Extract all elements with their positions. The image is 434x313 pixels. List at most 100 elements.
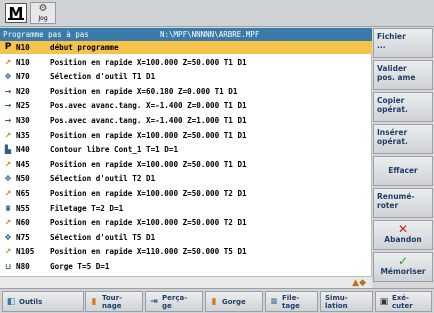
block-number: N40 (16, 145, 30, 155)
block-text: Position en rapide X=100.000 Z=50.000 T2… (50, 189, 247, 198)
softkey-right-2[interactable]: Valider pos. ame (373, 60, 433, 90)
program-row[interactable]: ↗ N60 Position en rapide X=100.000 Z=50.00… (0, 216, 372, 229)
block-number: N20 (16, 86, 30, 96)
tool-move-icon: ↗ (4, 130, 12, 140)
softkey-bottom-5[interactable]: ≡ File-tage (265, 291, 318, 312)
block-number: N75 (16, 232, 30, 242)
block-text: Position en rapide X=110.000 Z=50.000 T5… (50, 247, 247, 257)
block-number: N35 (16, 130, 30, 140)
program-row[interactable]: ✥ N75 Sélection d'outil T5 D1 (0, 231, 372, 244)
softkey-sublabel: ge (162, 302, 172, 310)
line-icon: → (4, 86, 12, 96)
program-row[interactable]: → N30 Pos.avec avanc.tang. X=-1.400 Z=1.00… (0, 114, 372, 127)
softkey-right-6[interactable]: Renumé-roter (373, 188, 433, 218)
softkey-sublabel: opérat. (377, 105, 408, 114)
tool-move-icon: ↗ (4, 57, 12, 67)
program-list: P N10 début programme ↗ N10 Position en rapid… (0, 41, 372, 276)
program-row[interactable]: ↗ N45 Position en rapide X=100.000 Z=50.00… (0, 158, 372, 171)
softkey-sublabel: cuter (392, 302, 413, 310)
horizontal-softkey-bar: ◧ Outils ▮ Tour-nage ⇥ Perça-ge ▮ Gorge ≡ File-ta… (0, 288, 434, 313)
block-text: Position en rapide X=100.000 Z=50.000 T1… (50, 57, 247, 67)
thread-icon: ⩩ (5, 203, 11, 213)
block-text: Position en rapide X=60.180 Z=0.000 T1 D… (50, 86, 238, 96)
softkey-right-7[interactable]: ✕ Abandon (373, 220, 433, 250)
softkey-right-4[interactable]: Insérer opérat. (373, 124, 433, 154)
softkey-label: Abandon (384, 235, 422, 244)
execute-icon: ▣ (379, 297, 389, 307)
program-row[interactable]: ▙ N40 Contour libre Cont_1 T=1 D=1 (0, 143, 372, 156)
block-text: Contour libre Cont_1 T=1 D=1 (50, 145, 179, 155)
softkey-label: Exé- (392, 294, 409, 302)
softkey-bottom-2[interactable]: ▮ Tour-nage (85, 291, 143, 312)
softkey-bottom-4[interactable]: ▮ Gorge (205, 291, 263, 312)
softkey-right-1[interactable]: Fichier... (373, 28, 433, 58)
block-number: N105 (16, 247, 35, 257)
program-row[interactable]: ↗ N35 Position en rapide X=100.000 Z=50.00… (0, 129, 372, 142)
program-row[interactable]: ⊔ N80 Gorge T=5 D=1 (0, 260, 372, 273)
contour-icon: ▙ (4, 145, 12, 155)
program-row[interactable]: ✥ N50 Sélection d'outil T2 D1 (0, 172, 372, 185)
block-number: N45 (16, 159, 30, 169)
tool-move-icon: ↗ (4, 189, 12, 198)
turning-icon: ▮ (91, 297, 97, 307)
program-start-icon: P (4, 42, 12, 52)
softkey-label: Copier (377, 96, 405, 105)
line-icon: → (4, 101, 12, 111)
softkey-sublabel: nage (102, 302, 122, 310)
block-number: N10 (16, 57, 30, 67)
block-number: N80 (16, 262, 30, 271)
block-text: Filetage T=2 D=1 (50, 203, 124, 213)
block-text: Sélection d'outil T1 D1 (50, 72, 156, 82)
block-text: Position en rapide X=100.000 Z=50.000 T1… (50, 159, 247, 169)
softkey-label: Valider (377, 64, 407, 73)
top-bar: M ⚙ Jog (0, 0, 434, 27)
program-row[interactable]: ↗ N105 Position en rapide X=110.000 Z=50.0… (0, 245, 372, 258)
program-row[interactable]: ↗ N10 Position en rapide X=100.000 Z=50.00… (0, 56, 372, 69)
softkey-right-3[interactable]: Copier opérat. (373, 92, 433, 122)
softkey-right-8[interactable]: ✓ Mémoriser (373, 252, 433, 282)
program-row[interactable]: P N10 début programme (0, 41, 372, 54)
softkey-sublabel: lation (325, 302, 348, 310)
program-row[interactable]: ✥ N70 Sélection d'outil T1 D1 (0, 70, 372, 83)
block-text: Pos.avec avanc.tang. X=-1.400 Z=0.000 T1… (50, 101, 247, 111)
block-text: Pos.avec avanc.tang. X=-1.400 Z=1.000 T1… (50, 116, 247, 125)
block-text: Position en rapide X=100.000 Z=50.000 T2… (50, 218, 247, 228)
program-path: N:\MPF\NNNNN\ARBRE.MPF (160, 30, 260, 39)
softkey-label: Simu- (325, 294, 348, 302)
softkey-label: Mémoriser (380, 267, 426, 276)
softkey-sublabel: tage (282, 302, 300, 310)
tool-move-icon: ↗ (4, 218, 12, 228)
softkey-bottom-7[interactable]: ▣ Exé-cuter (375, 291, 432, 312)
warning-icon: ▲◆ (352, 278, 366, 288)
jog-mode-icon: ⚙ Jog (30, 2, 56, 24)
line-icon: → (4, 116, 12, 125)
tool-move-icon: ↗ (4, 159, 12, 169)
softkey-label: Insérer (377, 128, 408, 137)
softkey-label: Perça- (162, 294, 188, 302)
softkey-sublabel: roter (377, 201, 399, 210)
program-header: Programme pas à pas N:\MPF\NNNNN\ARBRE.M… (0, 28, 372, 41)
block-text: Position en rapide X=100.000 Z=50.000 T1… (50, 130, 247, 140)
block-number: N50 (16, 174, 30, 184)
softkey-label: Renumé- (377, 192, 415, 201)
block-text: Sélection d'outil T5 D1 (50, 232, 156, 242)
cancel-icon: ✕ (397, 222, 409, 236)
groove-icon: ⊔ (4, 262, 12, 271)
block-text: début programme (50, 43, 119, 52)
program-row[interactable]: → N25 Pos.avec avanc.tang. X=-1.400 Z=0.00… (0, 99, 372, 112)
program-row[interactable]: ⩩ N55 Filetage T=2 D=1 (0, 202, 372, 215)
block-number: N10 (16, 43, 30, 52)
program-row[interactable]: → N20 Position en rapide X=60.180 Z=0.000 … (0, 85, 372, 98)
vertical-softkey-bar: Fichier... Valider pos. ame Copier opérat. In… (373, 27, 434, 287)
softkey-right-5[interactable]: Effacer (373, 156, 433, 186)
softkey-label: Tour- (102, 294, 122, 302)
block-number: N55 (16, 203, 30, 213)
mode-indicator: M (5, 3, 27, 23)
tool-move-icon: ↗ (4, 247, 12, 257)
softkey-bottom-6[interactable]: Simu-lation (320, 291, 373, 312)
tool-select-icon: ✥ (4, 232, 12, 242)
softkey-label: Fichier (377, 32, 406, 41)
softkey-bottom-1[interactable]: ◧ Outils (2, 291, 84, 312)
program-row[interactable]: ↗ N65 Position en rapide X=100.000 Z=50.00… (0, 187, 372, 200)
softkey-bottom-3[interactable]: ⇥ Perça-ge (145, 291, 203, 312)
